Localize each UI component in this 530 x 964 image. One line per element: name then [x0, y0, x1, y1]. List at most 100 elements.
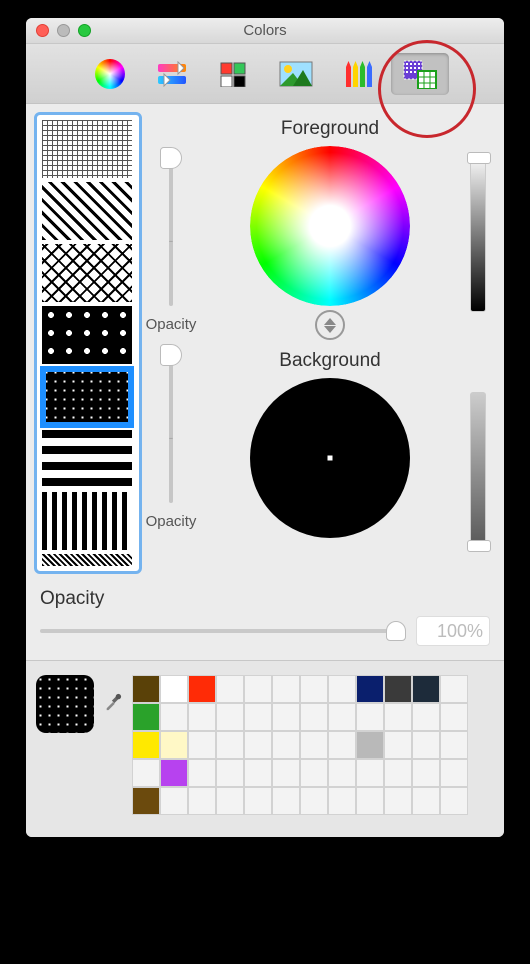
- tab-crayons[interactable]: [329, 53, 387, 95]
- swatch-cell[interactable]: [328, 731, 356, 759]
- swatch-cell[interactable]: [188, 731, 216, 759]
- swatch-cell[interactable]: [384, 787, 412, 815]
- tab-sliders[interactable]: [143, 53, 201, 95]
- swatch-cell[interactable]: [440, 787, 468, 815]
- swatch-cell[interactable]: [188, 759, 216, 787]
- swatch-cell[interactable]: [412, 759, 440, 787]
- pattern-item[interactable]: [42, 492, 132, 550]
- swatch-cell[interactable]: [216, 759, 244, 787]
- tab-palettes[interactable]: [205, 53, 263, 95]
- fg-opacity-column: - Opacity - Opacity: [142, 112, 200, 574]
- swatch-cell[interactable]: [384, 703, 412, 731]
- swatch-cell[interactable]: [300, 675, 328, 703]
- slider-knob-icon[interactable]: [386, 621, 406, 641]
- swatch-cell[interactable]: [356, 787, 384, 815]
- brightness-column: [460, 112, 496, 574]
- swatch-cell[interactable]: [384, 675, 412, 703]
- pattern-item[interactable]: [42, 430, 132, 488]
- bg-opacity-slider[interactable]: -: [151, 349, 191, 509]
- swatch-cell[interactable]: [244, 731, 272, 759]
- swatch-cell[interactable]: [328, 675, 356, 703]
- eyedropper-icon[interactable]: [104, 693, 122, 711]
- swatch-cell[interactable]: [188, 675, 216, 703]
- swatch-cell[interactable]: [272, 703, 300, 731]
- pattern-item[interactable]: [42, 554, 132, 566]
- slider-knob-icon[interactable]: [160, 344, 182, 366]
- swatch-cell[interactable]: [132, 787, 160, 815]
- fg-opacity-slider[interactable]: -: [151, 152, 191, 312]
- swatch-cell[interactable]: [356, 675, 384, 703]
- slider-knob-icon[interactable]: [160, 147, 182, 169]
- swatch-cell[interactable]: [384, 731, 412, 759]
- bg-brightness-slider[interactable]: [470, 392, 486, 552]
- foreground-color-wheel[interactable]: [250, 146, 410, 306]
- swatch-cell[interactable]: [328, 703, 356, 731]
- opacity-section: Opacity: [34, 574, 496, 656]
- tab-pattern[interactable]: [391, 53, 449, 95]
- swatch-cell[interactable]: [300, 703, 328, 731]
- swatch-cell[interactable]: [300, 787, 328, 815]
- slider-knob-icon[interactable]: [467, 540, 491, 552]
- swatch-cell[interactable]: [216, 703, 244, 731]
- color-picker-marker-icon[interactable]: [328, 456, 333, 461]
- swatch-cell[interactable]: [356, 731, 384, 759]
- pattern-list[interactable]: [34, 112, 142, 574]
- swatch-cell[interactable]: [160, 703, 188, 731]
- pattern-item-selected[interactable]: [42, 368, 132, 426]
- swatch-cell[interactable]: [160, 787, 188, 815]
- swatch-cell[interactable]: [440, 759, 468, 787]
- swatch-cell[interactable]: [188, 703, 216, 731]
- pattern-item[interactable]: [42, 182, 132, 240]
- swatch-cell[interactable]: [272, 675, 300, 703]
- swatch-cell[interactable]: [160, 731, 188, 759]
- swatch-cell[interactable]: [244, 703, 272, 731]
- swatch-cell[interactable]: [328, 759, 356, 787]
- swatch-cell[interactable]: [272, 731, 300, 759]
- swatch-cell[interactable]: [300, 731, 328, 759]
- swatch-cell[interactable]: [412, 675, 440, 703]
- swatch-cell[interactable]: [300, 759, 328, 787]
- pattern-item[interactable]: [42, 306, 132, 364]
- swap-colors-button[interactable]: [315, 310, 345, 340]
- swatch-cell[interactable]: [412, 787, 440, 815]
- swatch-cell[interactable]: [160, 759, 188, 787]
- opacity-slider[interactable]: [40, 621, 406, 641]
- opacity-field[interactable]: [416, 616, 490, 646]
- swatch-cell[interactable]: [356, 703, 384, 731]
- current-color-swatch[interactable]: [36, 675, 94, 733]
- swatch-cell[interactable]: [440, 675, 468, 703]
- swatch-cell[interactable]: [356, 759, 384, 787]
- swatch-cell[interactable]: [440, 731, 468, 759]
- background-color-wheel[interactable]: [250, 378, 410, 538]
- swatch-cell[interactable]: [216, 675, 244, 703]
- slider-knob-icon[interactable]: [467, 152, 491, 164]
- main-content: - Opacity - Opacity Foreground: [26, 104, 504, 660]
- swatch-cell[interactable]: [412, 731, 440, 759]
- pattern-item[interactable]: [42, 244, 132, 302]
- swatch-cell[interactable]: [160, 675, 188, 703]
- bg-opacity-label: Opacity: [146, 513, 197, 530]
- swatch-cell[interactable]: [244, 675, 272, 703]
- swatch-cell[interactable]: [384, 759, 412, 787]
- swatch-cell[interactable]: [216, 787, 244, 815]
- swatch-cell[interactable]: [244, 759, 272, 787]
- fg-brightness-slider[interactable]: [470, 152, 486, 312]
- swatch-cell[interactable]: [412, 703, 440, 731]
- swatch-cell[interactable]: [244, 787, 272, 815]
- tab-color-wheel[interactable]: [81, 53, 139, 95]
- swatch-cell[interactable]: [132, 703, 160, 731]
- swatch-cell[interactable]: [132, 731, 160, 759]
- chevron-up-icon: [324, 318, 336, 325]
- swatch-cell[interactable]: [216, 731, 244, 759]
- swatch-cell[interactable]: [188, 787, 216, 815]
- swatch-cell[interactable]: [132, 759, 160, 787]
- swatch-cell[interactable]: [272, 759, 300, 787]
- swatch-cell[interactable]: [328, 787, 356, 815]
- swatch-cell[interactable]: [440, 703, 468, 731]
- swatch-cell[interactable]: [132, 675, 160, 703]
- image-icon: [279, 61, 313, 87]
- pattern-item[interactable]: [42, 120, 132, 178]
- color-picker-marker-icon[interactable]: [326, 222, 335, 231]
- tab-image[interactable]: [267, 53, 325, 95]
- swatch-cell[interactable]: [272, 787, 300, 815]
